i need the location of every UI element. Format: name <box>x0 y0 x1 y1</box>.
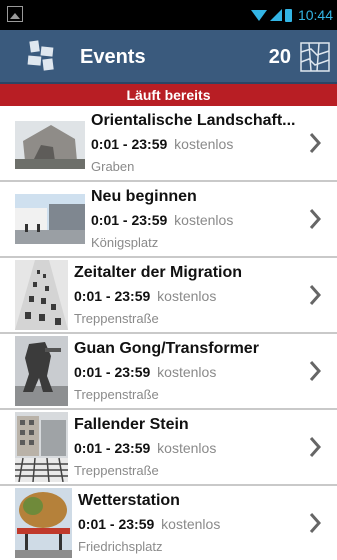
image-icon <box>7 6 23 22</box>
list-item[interactable]: Guan Gong/Transformer 0:01 - 23:59 koste… <box>0 334 337 410</box>
chevron-right-icon <box>309 133 321 153</box>
status-bar: 10:44 <box>0 0 337 30</box>
event-place: Treppenstraße <box>74 463 159 478</box>
app-logo-icon[interactable] <box>26 40 58 72</box>
chevron-right-icon <box>309 437 321 457</box>
list-item[interactable]: Neu beginnen 0:01 - 23:59 kostenlos Köni… <box>0 182 337 258</box>
event-time: 0:01 - 23:59 kostenlos <box>91 212 234 228</box>
chevron-right-icon <box>309 361 321 381</box>
event-title: Neu beginnen <box>91 188 197 205</box>
event-place: Königsplatz <box>91 235 159 250</box>
event-time: 0:01 - 23:59 kostenlos <box>74 364 217 380</box>
event-thumbnail <box>15 412 68 482</box>
page-title: Events <box>80 46 146 68</box>
event-price: kostenlos <box>161 516 221 532</box>
event-price: kostenlos <box>157 364 217 380</box>
map-icon[interactable] <box>299 41 331 73</box>
event-price: kostenlos <box>174 212 234 228</box>
event-thumbnail <box>15 336 68 406</box>
event-time: 0:01 - 23:59 kostenlos <box>74 288 217 304</box>
list-item[interactable]: Fallender Stein 0:01 - 23:59 kostenlos T… <box>0 410 337 486</box>
chevron-right-icon <box>309 513 321 533</box>
event-price: kostenlos <box>157 440 217 456</box>
event-place: Treppenstraße <box>74 311 159 326</box>
event-title: Fallender Stein <box>74 416 189 433</box>
event-price: kostenlos <box>157 288 217 304</box>
battery-icon <box>284 8 292 22</box>
event-title: Orientalische Landschaft... <box>91 112 296 129</box>
event-title: Wetterstation <box>78 492 180 509</box>
wifi-icon <box>250 9 267 21</box>
list-item[interactable]: Wetterstation 0:01 - 23:59 kostenlos Fri… <box>0 486 337 560</box>
event-place: Graben <box>91 159 135 174</box>
event-time: 0:01 - 23:59 kostenlos <box>91 136 234 152</box>
signal-icon <box>269 9 282 21</box>
event-price: kostenlos <box>174 136 234 152</box>
event-thumbnail <box>15 121 85 169</box>
event-title: Zeitalter der Migration <box>74 264 243 281</box>
event-place: Treppenstraße <box>74 387 159 402</box>
event-time: 0:01 - 23:59 kostenlos <box>78 516 221 532</box>
action-bar: Events 20 <box>0 30 337 84</box>
list-item[interactable]: Orientalische Landschaft... 0:01 - 23:59… <box>0 106 337 182</box>
chevron-right-icon <box>309 209 321 229</box>
chevron-right-icon <box>309 285 321 305</box>
list-item[interactable]: Zeitalter der Migration 0:01 - 23:59 kos… <box>0 258 337 334</box>
event-thumbnail <box>15 488 72 558</box>
event-place: Friedrichsplatz <box>78 539 163 554</box>
event-count: 20 <box>268 46 291 68</box>
event-thumbnail <box>15 194 85 244</box>
status-icons: 10:44 <box>250 7 333 23</box>
status-time: 10:44 <box>297 7 333 23</box>
event-thumbnail <box>15 260 68 330</box>
event-title: Guan Gong/Transformer <box>74 340 259 357</box>
section-header: Läuft bereits <box>0 84 337 106</box>
event-list: Orientalische Landschaft... 0:01 - 23:59… <box>0 106 337 560</box>
event-time: 0:01 - 23:59 kostenlos <box>74 440 217 456</box>
